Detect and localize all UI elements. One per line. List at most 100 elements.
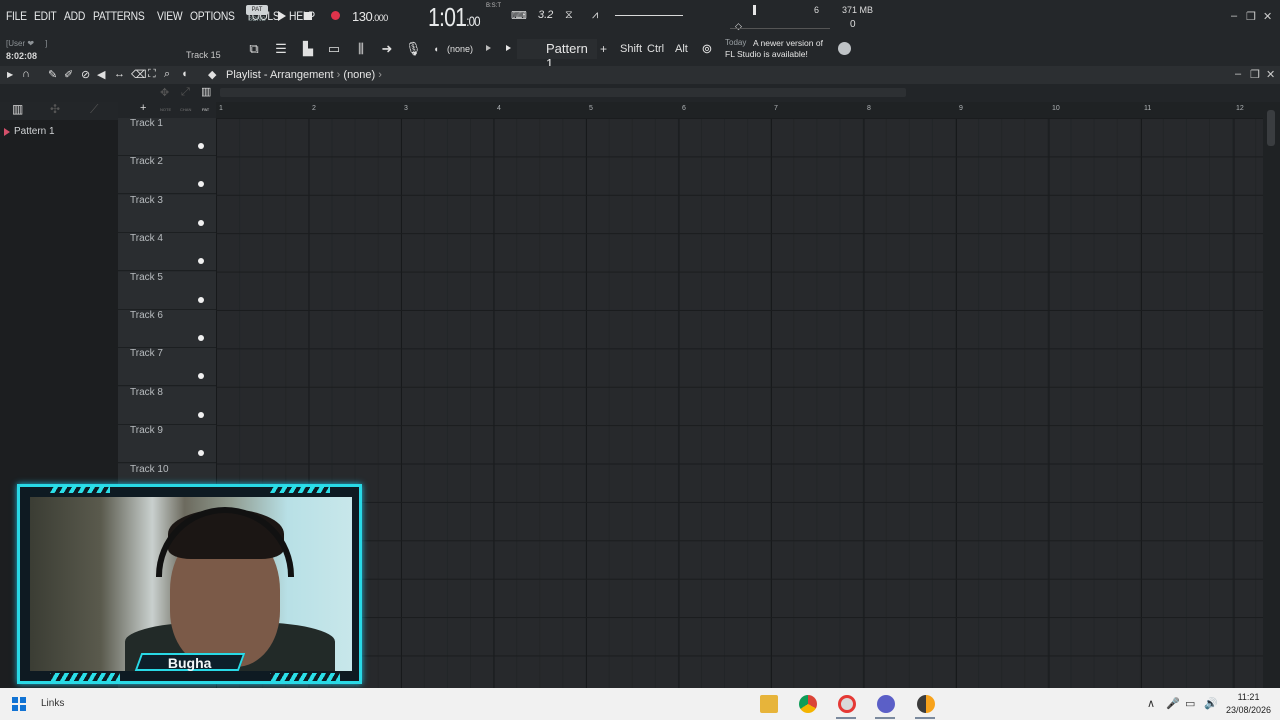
playlist-maximize-icon[interactable]: ❐ bbox=[1250, 68, 1260, 81]
track-row[interactable]: Track 6 bbox=[118, 310, 216, 348]
playlist-clip[interactable]: (none) bbox=[343, 69, 375, 81]
network-icon[interactable]: ▭ bbox=[1185, 697, 1195, 710]
mixer-icon[interactable]: ⫼ bbox=[353, 41, 369, 57]
chevron-up-icon[interactable]: ∧ bbox=[1147, 697, 1155, 710]
snap-value[interactable]: 3.2 bbox=[538, 9, 553, 21]
track-row[interactable]: Track 8 bbox=[118, 386, 216, 425]
add-track-icon[interactable]: + bbox=[140, 102, 146, 114]
scroll-thumb[interactable] bbox=[1267, 110, 1275, 146]
alt-key[interactable]: Alt bbox=[675, 43, 688, 55]
arrangement-arrow-icon[interactable]: ◆ bbox=[208, 68, 216, 81]
master-pitch-slider[interactable] bbox=[730, 28, 830, 29]
menu-options[interactable]: OPTIONS bbox=[190, 9, 235, 23]
menu-edit[interactable]: EDIT bbox=[34, 9, 57, 23]
playlist-grid[interactable]: 1 2 3 4 5 6 7 8 9 10 11 12 bbox=[216, 102, 1263, 688]
metronome-icon[interactable]: ⧖ bbox=[565, 9, 573, 22]
draw-tool-icon[interactable]: ✎ bbox=[48, 68, 57, 81]
magnet-icon[interactable]: ∩ bbox=[22, 68, 30, 80]
track-row[interactable]: Track 3 bbox=[118, 194, 216, 233]
horizontal-scrollbar[interactable] bbox=[220, 88, 906, 97]
menu-file[interactable]: FILE bbox=[6, 9, 27, 23]
stop-button[interactable] bbox=[304, 12, 312, 20]
paint-tool-icon[interactable]: ✐ bbox=[64, 68, 73, 81]
minimize-icon[interactable]: – bbox=[1231, 10, 1237, 22]
zoom-tool-icon[interactable]: ⌕ bbox=[164, 68, 170, 81]
piano-icon[interactable]: ▥ bbox=[201, 85, 211, 98]
menu-add[interactable]: ADD bbox=[64, 9, 85, 23]
track-mute-led[interactable] bbox=[198, 219, 204, 226]
microphone-tray-icon[interactable]: 🎤 bbox=[1166, 697, 1180, 710]
playback-tool-icon[interactable]: ◖ bbox=[181, 68, 188, 80]
file-explorer-icon[interactable] bbox=[760, 695, 778, 713]
track-mute-led[interactable] bbox=[198, 258, 204, 265]
audio-icon[interactable]: ✣ bbox=[50, 102, 60, 116]
mute-tool-icon[interactable]: ◀ bbox=[97, 68, 105, 81]
menu-patterns[interactable]: PATTERNS bbox=[93, 9, 145, 23]
app-icon[interactable] bbox=[877, 695, 895, 713]
play-button[interactable] bbox=[278, 11, 286, 21]
channel-rack-icon[interactable]: ☰ bbox=[273, 41, 289, 57]
ctrl-key[interactable]: Ctrl bbox=[647, 43, 664, 55]
news-line-2[interactable]: FL Studio is available! bbox=[725, 49, 808, 59]
taskbar-clock[interactable]: 11:21 23/08/2026 bbox=[1226, 691, 1271, 717]
arrangement-area[interactable] bbox=[216, 118, 1263, 688]
stretch-icon[interactable]: ✥ bbox=[160, 86, 169, 99]
delete-tool-icon[interactable]: ⊘ bbox=[81, 68, 90, 81]
playlist-minimize-icon[interactable]: – bbox=[1235, 68, 1241, 80]
track-row[interactable]: Track 1 bbox=[118, 118, 216, 156]
playlist-icon[interactable]: ⧉ bbox=[246, 41, 262, 57]
record-button[interactable] bbox=[331, 11, 340, 20]
menu-view[interactable]: VIEW bbox=[157, 9, 183, 23]
piano-roll-icon[interactable]: ▙ bbox=[300, 41, 316, 57]
song-time-display[interactable]: 1:01:00 bbox=[428, 2, 481, 33]
master-volume-slider[interactable] bbox=[615, 15, 683, 16]
waveform-icon[interactable]: ⩘ bbox=[592, 9, 598, 22]
track-mute-led[interactable] bbox=[198, 296, 204, 303]
track-row[interactable]: Track 5 bbox=[118, 271, 216, 310]
automation-icon[interactable]: ⟋ bbox=[90, 102, 98, 117]
track-mute-led[interactable] bbox=[198, 450, 204, 457]
links-toolbar[interactable]: Links bbox=[41, 698, 64, 709]
slip-tool-icon[interactable]: ↔ bbox=[114, 68, 125, 80]
track-mute-led[interactable] bbox=[198, 143, 204, 149]
resize-icon[interactable]: ⤢ bbox=[181, 86, 190, 99]
browser-icon[interactable]: ▭ bbox=[326, 41, 342, 57]
picker-item-pattern-1[interactable]: Pattern 1 bbox=[14, 126, 55, 137]
keyboard-icon[interactable]: ⌨ bbox=[511, 9, 527, 22]
chrome-icon[interactable] bbox=[799, 695, 817, 713]
news-icon[interactable]: ⊚ bbox=[699, 41, 715, 57]
track-mute-led[interactable] bbox=[198, 335, 204, 341]
close-icon[interactable]: ✕ bbox=[1263, 10, 1272, 23]
track-mute-led[interactable] bbox=[198, 411, 204, 418]
pattern-selector[interactable]: Pattern 1 bbox=[517, 39, 597, 71]
select-tool-icon[interactable]: ⛶ bbox=[148, 68, 156, 81]
shift-key[interactable]: Shift bbox=[620, 43, 642, 55]
news-line-1[interactable]: A newer version of bbox=[753, 38, 823, 49]
menu-arrow-icon[interactable]: ▶ bbox=[7, 70, 13, 79]
maximize-icon[interactable]: ❐ bbox=[1246, 10, 1256, 23]
tempo-display[interactable]: 130.000 bbox=[352, 9, 388, 24]
pat-song-toggle[interactable]: PAT SONG bbox=[246, 5, 268, 27]
fl-studio-icon[interactable] bbox=[917, 695, 935, 713]
playlist-close-icon[interactable]: ✕ bbox=[1266, 68, 1275, 81]
windows-start-icon[interactable] bbox=[12, 697, 26, 711]
add-pattern-button[interactable]: + bbox=[600, 42, 607, 56]
pitch-knob[interactable] bbox=[753, 5, 756, 15]
track-mute-led[interactable] bbox=[198, 181, 204, 188]
obs-icon[interactable] bbox=[838, 695, 856, 713]
timeline-ruler[interactable]: 1 2 3 4 5 6 7 8 9 10 11 12 bbox=[216, 102, 1263, 118]
arrow-icon[interactable]: ➜ bbox=[379, 41, 395, 57]
globe-icon[interactable] bbox=[838, 42, 851, 55]
vertical-scrollbar[interactable] bbox=[1263, 102, 1280, 688]
volume-icon[interactable]: 🔊 bbox=[1204, 697, 1218, 710]
track-row[interactable]: Track 4 bbox=[118, 233, 216, 272]
piano-roll-small-icon[interactable]: ▥ bbox=[12, 102, 23, 116]
track-mute-led[interactable] bbox=[198, 373, 204, 380]
microphone-icon[interactable]: 🎙 bbox=[405, 41, 422, 57]
chevron-right-icon[interactable] bbox=[486, 45, 491, 51]
track-row[interactable]: Track 9 bbox=[118, 425, 216, 464]
track-row[interactable]: Track 2 bbox=[118, 156, 216, 195]
slice-tool-icon[interactable]: ⌫ bbox=[131, 68, 147, 81]
track-row[interactable]: Track 7 bbox=[118, 348, 216, 387]
channel-selector[interactable]: (none) bbox=[447, 44, 473, 54]
